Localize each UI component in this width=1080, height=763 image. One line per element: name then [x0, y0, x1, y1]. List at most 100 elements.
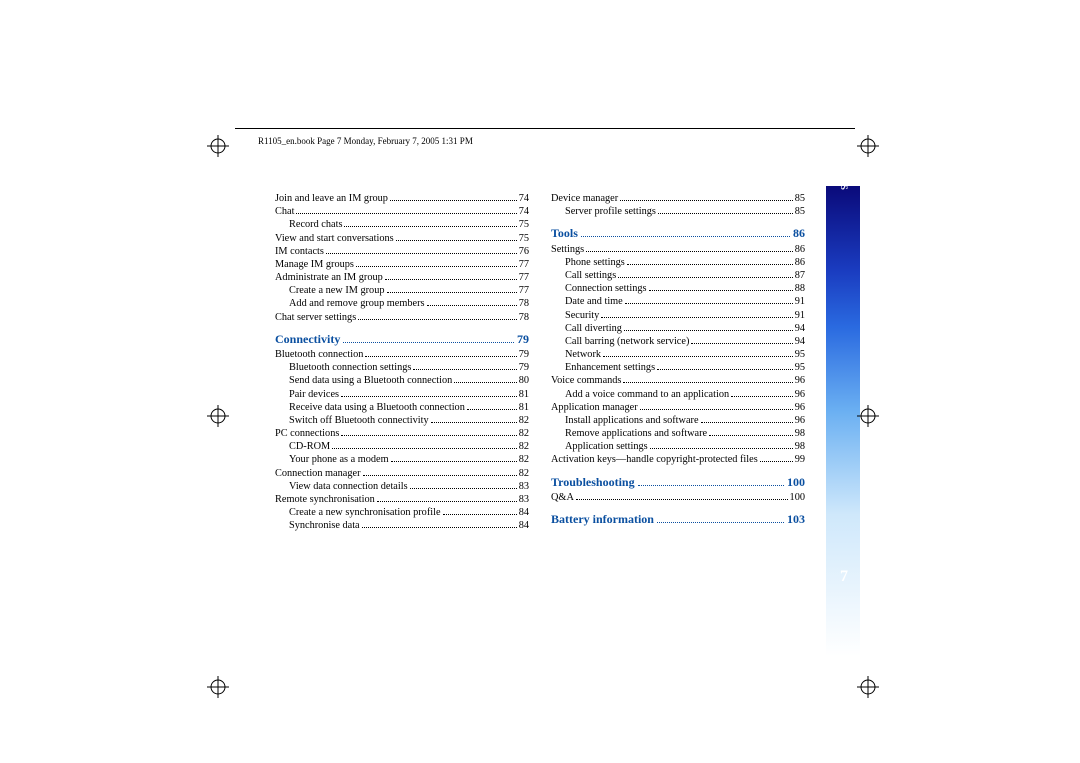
toc-label: PC connections [275, 427, 339, 440]
toc-label: View and start conversations [275, 232, 394, 245]
toc-leader-dots [581, 229, 790, 237]
toc-entry: Call diverting94 [551, 322, 805, 335]
toc-page: 98 [795, 440, 805, 453]
toc-page: 86 [795, 243, 805, 256]
toc-page: 82 [519, 453, 529, 466]
toc-leader-dots [427, 299, 517, 307]
toc-page: 74 [519, 205, 529, 218]
toc-page: 78 [519, 311, 529, 324]
toc-entry: Call barring (network service)94 [551, 335, 805, 348]
toc-entry: Application settings 98 [551, 440, 805, 453]
toc-leader-dots [356, 259, 517, 267]
toc-page: 91 [795, 295, 805, 308]
toc-page: 86 [793, 226, 805, 241]
toc-entry: Settings 86 [551, 243, 805, 256]
toc-leader-dots [625, 297, 793, 305]
toc-label: Your phone as a modem [289, 453, 389, 466]
toc-page: 103 [787, 512, 805, 527]
toc-page: 84 [519, 506, 529, 519]
toc-entry: CD-ROM 82 [275, 440, 529, 453]
toc-leader-dots [377, 494, 517, 502]
toc-leader-dots [618, 270, 793, 278]
toc-label: Switch off Bluetooth connectivity [289, 414, 429, 427]
toc-page: 83 [519, 493, 529, 506]
toc-page: 100 [790, 491, 805, 504]
toc-leader-dots [410, 481, 517, 489]
toc-leader-dots [576, 492, 788, 500]
toc-label: Activation keys—handle copyright-protect… [551, 453, 758, 466]
toc-entry: Enhancement settings 95 [551, 361, 805, 374]
toc-label: Tools [551, 226, 578, 241]
toc-leader-dots [358, 312, 516, 320]
toc-page: 96 [795, 388, 805, 401]
toc-label: Application settings [565, 440, 648, 453]
toc-section-heading: Battery information103 [551, 512, 805, 527]
toc-leader-dots [365, 349, 516, 357]
toc-page: 79 [519, 361, 529, 374]
toc-page: 82 [519, 440, 529, 453]
toc-page: 98 [795, 427, 805, 440]
toc-entry: Server profile settings85 [551, 205, 805, 218]
toc-label: Application manager [551, 401, 638, 414]
page-number: 7 [840, 568, 848, 586]
toc-entry: Date and time91 [551, 295, 805, 308]
toc-leader-dots [657, 363, 793, 371]
toc-leader-dots [431, 415, 517, 423]
toc-label: CD-ROM [289, 440, 330, 453]
toc-page: 75 [519, 218, 529, 231]
toc-page: 77 [519, 284, 529, 297]
toc-label: Q&A [551, 491, 574, 504]
toc-label: View data connection details [289, 480, 408, 493]
toc-page: 87 [795, 269, 805, 282]
toc-label: Chat server settings [275, 311, 356, 324]
toc-leader-dots [413, 363, 516, 371]
toc-entry: Remove applications and software98 [551, 427, 805, 440]
toc-label: Network [565, 348, 601, 361]
toc-section-heading: Connectivity79 [275, 332, 529, 347]
toc-label: Pair devices [289, 388, 339, 401]
toc-entry: Your phone as a modem 82 [275, 453, 529, 466]
toc-page: 82 [519, 427, 529, 440]
toc-leader-dots [343, 335, 514, 343]
toc-entry: Network95 [551, 348, 805, 361]
toc-page: 80 [519, 374, 529, 387]
toc-leader-dots [362, 521, 517, 529]
toc-label: Server profile settings [565, 205, 656, 218]
toc-entry: Create a new synchronisation profile84 [275, 506, 529, 519]
toc-label: Create a new IM group [289, 284, 385, 297]
toc-entry: Install applications and software96 [551, 414, 805, 427]
toc-leader-dots [601, 310, 792, 318]
toc-page: 77 [519, 258, 529, 271]
toc-entry: Bluetooth connection79 [275, 348, 529, 361]
toc-page: 76 [519, 245, 529, 258]
toc-leader-dots [332, 442, 517, 450]
toc-content: Join and leave an IM group74Chat74Record… [275, 192, 805, 532]
toc-entry: Send data using a Bluetooth connection80 [275, 374, 529, 387]
toc-leader-dots [387, 286, 517, 294]
toc-leader-dots [454, 376, 516, 384]
toc-page: 86 [795, 256, 805, 269]
toc-column-left: Join and leave an IM group74Chat74Record… [275, 192, 529, 532]
toc-entry: Administrate an IM group77 [275, 271, 529, 284]
toc-label: Remote synchronisation [275, 493, 375, 506]
toc-leader-dots [586, 244, 793, 252]
toc-entry: Add and remove group members78 [275, 297, 529, 310]
toc-label: Enhancement settings [565, 361, 655, 374]
toc-leader-dots [620, 193, 793, 201]
toc-section-heading: Tools 86 [551, 226, 805, 241]
toc-leader-dots [627, 257, 793, 265]
toc-leader-dots [640, 402, 793, 410]
toc-page: 95 [795, 361, 805, 374]
toc-page: 100 [787, 475, 805, 490]
toc-page: 88 [795, 282, 805, 295]
toc-entry: View and start conversations75 [275, 232, 529, 245]
toc-leader-dots [649, 284, 793, 292]
toc-page: 74 [519, 192, 529, 205]
toc-label: Settings [551, 243, 584, 256]
toc-label: Add a voice command to an application [565, 388, 729, 401]
toc-entry: Receive data using a Bluetooth connectio… [275, 401, 529, 414]
crop-mark-icon [857, 676, 879, 698]
toc-entry: Chat server settings 78 [275, 311, 529, 324]
toc-leader-dots [658, 206, 793, 214]
toc-page: 78 [519, 297, 529, 310]
